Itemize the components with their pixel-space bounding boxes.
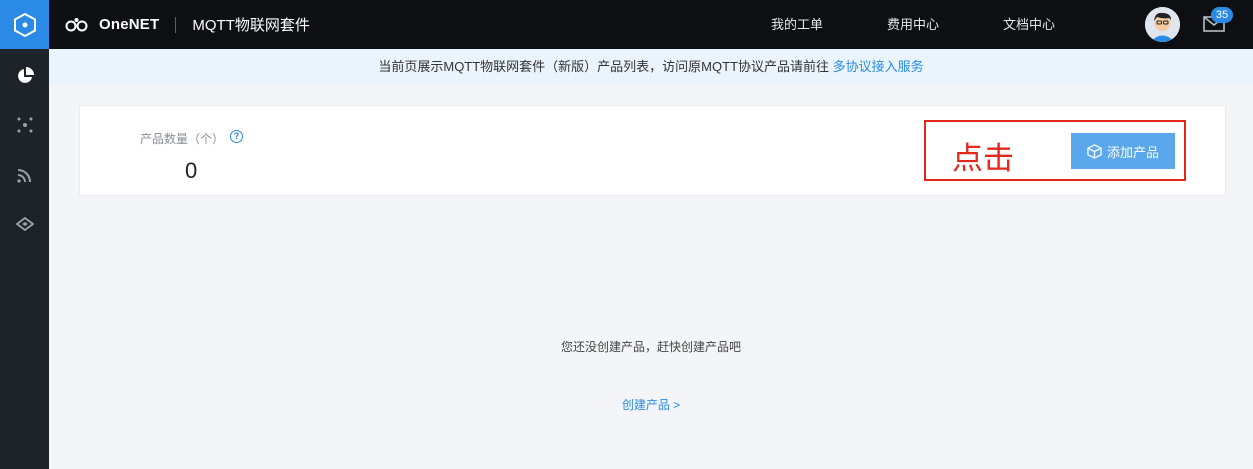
gateway-icon	[15, 216, 34, 231]
home-logo-button[interactable]	[0, 0, 49, 49]
add-product-label: 添加产品	[1106, 144, 1159, 160]
top-navigation-bar: OneNET MQTT物联网套件 我的工单 费用中心 文档中心 35	[49, 0, 1253, 49]
user-avatar[interactable]	[1145, 7, 1180, 42]
sidebar-item-dashboard[interactable]	[0, 51, 49, 100]
sidebar-item-nodes[interactable]	[0, 100, 49, 149]
empty-state-message: 您还没创建产品，赶快创建产品吧	[560, 340, 741, 354]
product-count-value: 0	[185, 158, 198, 183]
brand: OneNET MQTT物联网套件	[65, 0, 310, 49]
annotation-click-note: 点击	[952, 141, 1014, 177]
nav-docs-center[interactable]: 文档中心	[1003, 0, 1055, 49]
hexagon-logo-icon	[13, 12, 36, 37]
avatar-icon	[1145, 7, 1180, 42]
suite-title: MQTT物联网套件	[192, 17, 310, 34]
signal-icon	[16, 168, 31, 183]
add-product-button[interactable]: 添加产品	[1071, 133, 1175, 169]
unread-badge: 35	[1211, 7, 1233, 23]
onenet-logo-icon[interactable]	[65, 17, 95, 33]
brand-divider	[175, 16, 177, 33]
nav-my-tickets[interactable]: 我的工单	[771, 0, 823, 49]
notice-text: 当前页展示MQTT物联网套件（新版）产品列表，访问原MQTT协议产品请前往	[378, 59, 833, 74]
multi-protocol-link[interactable]: 多协议接入服务	[833, 59, 924, 74]
box-icon	[1087, 143, 1102, 159]
pie-chart-icon	[17, 66, 34, 83]
brand-name: OneNET	[99, 16, 160, 33]
left-sidebar	[0, 0, 49, 469]
create-product-link[interactable]: 创建产品 >	[49, 396, 1253, 413]
help-icon[interactable]: ?	[230, 130, 243, 143]
sidebar-item-gateway[interactable]	[0, 199, 49, 248]
nodes-icon	[17, 117, 32, 132]
product-count-label: 产品数量（个）	[140, 132, 225, 146]
nav-billing-center[interactable]: 费用中心	[887, 0, 939, 49]
sidebar-item-signal[interactable]	[0, 150, 49, 199]
notice-bar: 当前页展示MQTT物联网套件（新版）产品列表，访问原MQTT协议产品请前往 多协…	[49, 49, 1253, 85]
